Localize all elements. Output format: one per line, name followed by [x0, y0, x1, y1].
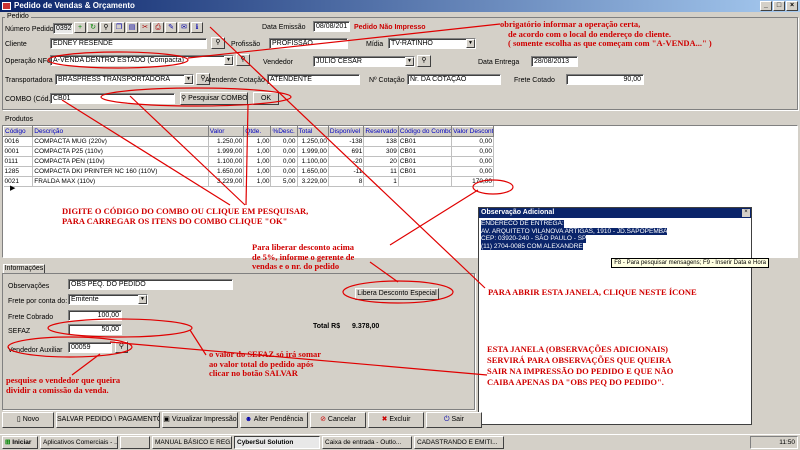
taskbar-item[interactable]	[120, 436, 150, 449]
annotation-line: ( somente escolha as que começam com "A-…	[508, 38, 712, 48]
combo-highlight	[100, 87, 292, 107]
vendedor-highlight	[7, 336, 133, 358]
annotation-abrir: PARA ABRIR ESTA JANELA, CLIQUE NESTE ÍCO…	[488, 287, 697, 297]
arrow	[189, 329, 207, 356]
clock: 11:50	[750, 436, 798, 449]
annotation-line: PARA CARREGAR OS ITENS DO COMBO CLIQUE "…	[62, 215, 288, 226]
taskbar-item[interactable]: Caixa de entrada - Outlo...	[322, 436, 412, 449]
arrow	[129, 95, 246, 206]
taskbar-item[interactable]: Aplicativos Comerciais - ...	[40, 436, 118, 449]
libera-highlight	[342, 280, 454, 304]
annotation-janela: ESTA JANELA (OBSERVAÇÕES ADICIONAIS) SER…	[487, 344, 732, 388]
annotation-line: dividir a comissão da venda.	[6, 384, 109, 395]
annotation-combo: DIGITE O CÓDIGO DO COMBO OU CLIQUE EM PE…	[62, 206, 372, 226]
annotation-line: clicar no botão SALVAR	[209, 368, 298, 378]
windows-icon: ⊞	[5, 439, 11, 446]
annotation-vendedor: pesquise o vendedor que queira dividir a…	[6, 375, 186, 395]
operacao-highlight	[47, 51, 189, 69]
annotation-line: ESTA JANELA (OBSERVAÇÕES ADICIONAIS)	[487, 344, 669, 354]
taskbar-item[interactable]: CADASTRANDO E EMITI...	[414, 436, 504, 449]
arrow	[245, 104, 249, 206]
annotation-desconto: Para liberar desconto acima de 5%, infor…	[252, 242, 392, 272]
annotation-line: SERVIRÁ PARA OBSERVAÇÕES QUE QUEIRA	[487, 355, 672, 365]
arrow	[187, 23, 501, 59]
sefaz-highlight	[47, 318, 193, 338]
annotation-line: SAIR NA IMPRESSÃO DO PEDIDO E QUE NÃO	[487, 366, 674, 376]
annotation-line: vendas e o nr. do pedido	[252, 261, 340, 271]
arrow	[389, 189, 479, 246]
start-label: Iniciar	[12, 439, 32, 446]
valor-desconto-highlight	[472, 179, 514, 195]
arrow	[61, 99, 231, 206]
annotation-operacao: obrigatório informar a operação certa, d…	[500, 19, 800, 49]
annotation-sefaz: o valor do SEFAZ só irá somar ao valor t…	[209, 349, 369, 379]
taskbar-item[interactable]: CyberSul Solution	[234, 436, 320, 449]
start-button[interactable]: ⊞ Iniciar	[2, 436, 38, 449]
taskbar: ⊞ Iniciar Aplicativos Comerciais - ... M…	[0, 434, 800, 450]
taskbar-item[interactable]: MANUAL BÁSICO E REG...	[152, 436, 232, 449]
annotation-line: CAIBA APENAS DA "OBS PEQ DO PEDIDO".	[487, 377, 664, 387]
